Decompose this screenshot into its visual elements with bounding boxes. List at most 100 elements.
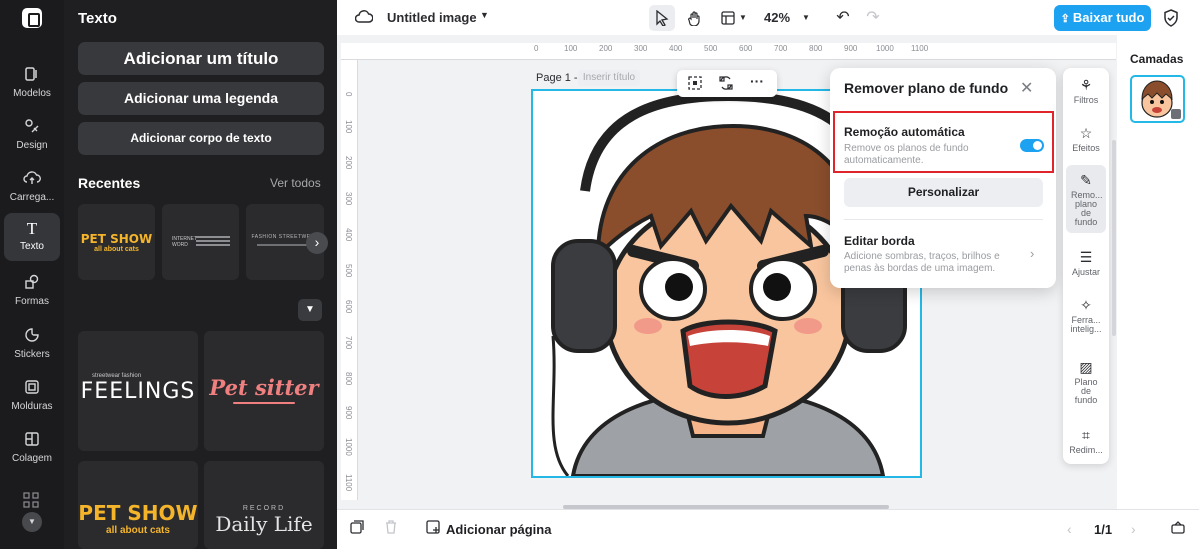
add-page-icon[interactable] bbox=[426, 519, 440, 539]
ruler-tick: 500 bbox=[344, 264, 353, 278]
customize-button[interactable]: Personalizar bbox=[844, 178, 1043, 207]
hand-tool-button[interactable] bbox=[682, 5, 708, 31]
shield-icon[interactable] bbox=[1163, 9, 1179, 32]
template-line2: Daily Life bbox=[215, 512, 313, 536]
page-label: Page 1 - bbox=[536, 72, 578, 84]
ruler-tick: 600 bbox=[344, 300, 353, 314]
ruler-tick: 1100 bbox=[911, 44, 929, 53]
nav-item-formas[interactable]: Formas bbox=[4, 268, 60, 316]
vertical-ruler: 0 100 200 300 400 500 600 700 800 900 10… bbox=[341, 60, 358, 500]
zoom-level[interactable]: 42% bbox=[761, 5, 793, 31]
text-panel: Texto Adicionar um título Adicionar uma … bbox=[64, 0, 337, 549]
chevron-right-icon[interactable]: › bbox=[1030, 246, 1034, 261]
add-body-text-button[interactable]: Adicionar corpo de texto bbox=[78, 122, 324, 155]
file-name[interactable]: Untitled image bbox=[387, 10, 477, 25]
nav-label: Stickers bbox=[14, 349, 50, 360]
ruler-tick: 1100 bbox=[344, 474, 353, 492]
download-all-label: Baixar tudo bbox=[1072, 10, 1145, 25]
apps-grid-icon[interactable] bbox=[23, 492, 39, 513]
text-template[interactable]: streetwear fashion FEELINGS bbox=[78, 331, 198, 451]
chevron-left-icon[interactable]: ‹ bbox=[1067, 519, 1072, 539]
app-root: Modelos Design Carrega... T Texto Formas bbox=[0, 0, 1199, 549]
nav-label: Carrega... bbox=[9, 192, 55, 203]
chevron-right-icon[interactable]: › bbox=[306, 232, 328, 254]
chevron-down-icon[interactable]: ▼ bbox=[298, 299, 322, 321]
ruler-tick: 200 bbox=[344, 156, 353, 170]
add-page-button[interactable]: Adicionar página bbox=[446, 522, 551, 537]
select-tool-button[interactable] bbox=[649, 5, 675, 31]
ruler-tick: 900 bbox=[844, 44, 858, 53]
nav-label: Colagem bbox=[11, 453, 53, 464]
add-caption-button[interactable]: Adicionar uma legenda bbox=[78, 82, 324, 115]
sticker-icon bbox=[4, 327, 60, 347]
ruler-tick: 400 bbox=[344, 228, 353, 242]
recent-template[interactable]: INTERNET WORD bbox=[162, 204, 239, 280]
page-title-input[interactable]: Inserir título bbox=[578, 70, 640, 86]
nav-item-colagem[interactable]: Colagem bbox=[4, 425, 60, 473]
nav-item-modelos[interactable]: Modelos bbox=[4, 60, 60, 108]
effects-icon: ☆ bbox=[1079, 125, 1093, 141]
chevron-down-icon[interactable]: ▼ bbox=[22, 512, 42, 532]
text-template[interactable]: PET SHOW all about cats bbox=[78, 461, 198, 549]
nav-label: Design bbox=[16, 140, 48, 151]
frame-icon bbox=[4, 379, 60, 399]
text-template[interactable]: Pet sitter bbox=[204, 331, 324, 451]
nav-item-design[interactable]: Design bbox=[4, 112, 60, 160]
app-logo[interactable] bbox=[22, 8, 42, 28]
tool-filtros[interactable]: ⚘ Filtros bbox=[1066, 76, 1106, 105]
underline-decor bbox=[233, 402, 295, 404]
tool-remove-background[interactable]: ✎ Remo... plano de fundo bbox=[1066, 165, 1106, 233]
recents-heading: Recentes bbox=[78, 175, 141, 191]
tool-efeitos[interactable]: ☆ Efeitos bbox=[1066, 124, 1106, 153]
tool-label: Ferra... intelig... bbox=[1070, 315, 1102, 334]
template-line1: Pet sitter bbox=[209, 375, 319, 400]
layout-menu-button[interactable]: ▼ bbox=[717, 5, 751, 31]
download-all-button[interactable]: ⇪ Baixar tudo bbox=[1054, 5, 1151, 31]
crop-select-icon[interactable] bbox=[688, 76, 702, 95]
close-icon[interactable]: ✕ bbox=[1020, 78, 1033, 98]
nav-item-stickers[interactable]: Stickers bbox=[4, 321, 60, 369]
design-icon bbox=[4, 118, 60, 138]
trash-icon[interactable] bbox=[384, 519, 398, 539]
text-template[interactable]: RECORD Daily Life bbox=[204, 461, 324, 549]
redo-icon[interactable]: ↷ bbox=[863, 5, 883, 31]
template-line1: PET SHOW bbox=[80, 232, 153, 246]
duplicate-page-icon[interactable] bbox=[350, 519, 364, 539]
nav-item-texto[interactable]: T Texto bbox=[4, 213, 60, 261]
cursor-icon bbox=[656, 9, 669, 27]
template-line2: all about cats bbox=[106, 525, 170, 536]
more-options-icon[interactable]: ··· bbox=[750, 73, 764, 89]
nav-label: Modelos bbox=[13, 88, 51, 99]
undo-icon[interactable]: ↶ bbox=[833, 5, 853, 31]
tool-ajustar[interactable]: ☰ Ajustar bbox=[1066, 248, 1106, 277]
tool-background[interactable]: ▨ Plano de fundo bbox=[1066, 358, 1106, 405]
ruler-tick: 700 bbox=[344, 336, 353, 350]
auto-removal-toggle[interactable] bbox=[1020, 139, 1044, 152]
pages-panel-icon[interactable] bbox=[1171, 519, 1185, 539]
see-all-link[interactable]: Ver todos bbox=[270, 176, 321, 190]
ruler-tick: 600 bbox=[739, 44, 753, 53]
recent-template[interactable]: PET SHOW all about cats bbox=[78, 204, 155, 280]
nav-item-molduras[interactable]: Molduras bbox=[4, 373, 60, 421]
nav-item-upload[interactable]: Carrega... bbox=[4, 164, 60, 212]
horizontal-ruler: 0 100 200 300 400 500 600 700 800 900 10… bbox=[341, 43, 1116, 60]
sliders-icon: ☰ bbox=[1079, 249, 1093, 265]
edit-border-title[interactable]: Editar borda bbox=[844, 234, 915, 248]
chevron-down-icon[interactable]: ▼ bbox=[799, 5, 813, 31]
ruler-tick: 400 bbox=[669, 44, 683, 53]
tool-smart-tools[interactable]: ✧ Ferra... intelig... bbox=[1066, 296, 1106, 334]
ruler-tick: 1000 bbox=[876, 44, 894, 53]
add-title-button[interactable]: Adicionar um título bbox=[78, 42, 324, 75]
cloud-icon[interactable] bbox=[354, 9, 374, 30]
replace-icon[interactable] bbox=[719, 76, 733, 95]
vertical-scrollbar[interactable] bbox=[1112, 140, 1116, 336]
toggle-knob bbox=[1033, 141, 1042, 150]
bottom-bar: Adicionar página ‹ 1/1 › bbox=[337, 509, 1199, 549]
tool-label: Efeitos bbox=[1072, 143, 1100, 153]
layout-icon bbox=[721, 11, 735, 25]
chevron-right-icon[interactable]: › bbox=[1131, 519, 1136, 539]
chevron-down-icon[interactable]: ▼ bbox=[480, 10, 489, 20]
text-icon: T bbox=[26, 219, 38, 238]
tool-resize[interactable]: ⌗ Redim... bbox=[1066, 426, 1106, 455]
layer-thumbnail[interactable] bbox=[1130, 75, 1185, 123]
